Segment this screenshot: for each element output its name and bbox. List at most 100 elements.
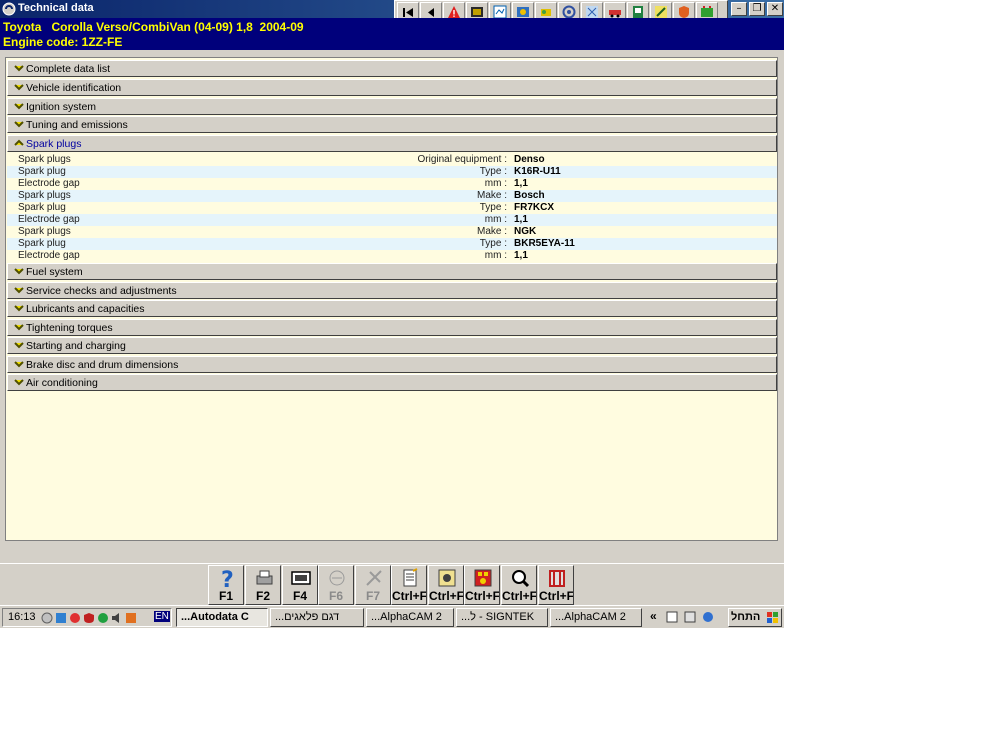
section-starting-and-charging[interactable]: Starting and charging bbox=[7, 337, 777, 354]
antivirus-icon[interactable] bbox=[83, 612, 95, 624]
search-icon bbox=[512, 570, 530, 588]
section-vehicle-identification[interactable]: Vehicle identification bbox=[7, 79, 777, 96]
start-button[interactable]: התחל bbox=[728, 608, 782, 627]
section-label: Air conditioning bbox=[26, 377, 98, 389]
taskbar-overflow-chevron[interactable]: « bbox=[650, 609, 657, 623]
f2-print-button[interactable]: F2 bbox=[245, 565, 281, 605]
f6-brief-button[interactable]: F6 bbox=[318, 565, 354, 605]
screen-icon bbox=[291, 571, 311, 585]
settings-icon bbox=[438, 569, 456, 587]
security-icon[interactable] bbox=[125, 612, 137, 624]
shield-icon bbox=[679, 6, 689, 18]
section-tightening-torques[interactable]: Tightening torques bbox=[7, 319, 777, 336]
update-icon[interactable] bbox=[97, 612, 109, 624]
exit-icon bbox=[549, 570, 565, 587]
speaker-icon[interactable] bbox=[111, 612, 123, 624]
close-button[interactable]: ✕ bbox=[767, 2, 783, 16]
section-ignition-system[interactable]: Ignition system bbox=[7, 98, 777, 115]
quick-launch-explorer-icon[interactable] bbox=[666, 611, 678, 623]
section-tuning-and-emissions[interactable]: Tuning and emissions bbox=[7, 116, 777, 133]
tools-icon bbox=[655, 6, 667, 18]
taskbar-button-alphacam-2[interactable]: ...AlphaCAM 2 bbox=[550, 608, 642, 627]
electrical-icon bbox=[586, 6, 598, 18]
section-label: Vehicle identification bbox=[26, 82, 122, 94]
taskbar-button-autodata[interactable]: ...Autodata C bbox=[176, 608, 268, 627]
expand-chevron-icon bbox=[14, 268, 24, 275]
expand-chevron-icon bbox=[14, 103, 24, 110]
table-row: Electrode gap mm : 1,1 bbox=[7, 178, 777, 190]
section-air-conditioning[interactable]: Air conditioning bbox=[7, 374, 777, 391]
diagram-icon bbox=[493, 5, 507, 19]
section-spark-plugs[interactable]: Spark plugs bbox=[7, 135, 777, 152]
car-icon bbox=[609, 10, 621, 18]
engine-icon bbox=[541, 9, 551, 16]
window-title: Technical data bbox=[18, 2, 94, 14]
expand-chevron-icon bbox=[14, 65, 24, 72]
engine-code: Engine code: 1ZZ-FE bbox=[3, 35, 123, 49]
collapse-chevron-icon bbox=[14, 139, 24, 146]
quick-launch-desktop-icon[interactable] bbox=[684, 611, 696, 623]
taskbar-button-alphacam-1[interactable]: ...AlphaCAM 2 bbox=[366, 608, 454, 627]
language-indicator[interactable]: EN bbox=[154, 611, 170, 622]
table-row: Electrode gap mm : 1,1 bbox=[7, 214, 777, 226]
expand-chevron-icon bbox=[14, 84, 24, 91]
table-row: Spark plug Type : K16R-U11 bbox=[7, 166, 777, 178]
section-lubricants[interactable]: Lubricants and capacities bbox=[7, 300, 777, 317]
taskbar-button-signtek[interactable]: ...ל - SIGNTEK bbox=[456, 608, 548, 627]
section-label: Complete data list bbox=[26, 63, 111, 75]
section-complete-data-list[interactable]: Complete data list bbox=[7, 60, 777, 77]
taskbar-button-plugs[interactable]: ...דגם פלאגים bbox=[270, 608, 364, 627]
section-label: Spark plugs bbox=[26, 138, 82, 150]
table-row: Spark plug Type : FR7KCX bbox=[7, 202, 777, 214]
notes-icon bbox=[403, 568, 418, 587]
restore-button[interactable]: ❐ bbox=[749, 2, 765, 16]
volume-icon[interactable] bbox=[41, 612, 53, 624]
ctrl-alert-button[interactable]: Ctrl+F.. bbox=[464, 565, 500, 605]
clock: 16:13 bbox=[8, 611, 36, 623]
section-label: Starting and charging bbox=[26, 340, 126, 352]
expand-chevron-icon bbox=[14, 361, 24, 368]
windows-taskbar: 16:13 EN ...Autodata C ...דגם פלאגים ...… bbox=[0, 605, 784, 628]
battery-icon bbox=[701, 6, 713, 17]
ctrl-settings-button[interactable]: Ctrl+F.. bbox=[428, 565, 464, 605]
minimize-button[interactable]: – bbox=[731, 2, 747, 16]
network-icon[interactable] bbox=[55, 612, 67, 624]
section-label: Ignition system bbox=[26, 101, 97, 113]
vehicle-title: Toyota Corolla Verso/CombiVan (04-09) 1,… bbox=[3, 20, 304, 34]
windows-logo-icon bbox=[767, 612, 778, 623]
section-label: Fuel system bbox=[26, 266, 83, 278]
section-label: Brake disc and drum dimensions bbox=[26, 359, 179, 371]
section-label: Lubricants and capacities bbox=[26, 303, 145, 315]
table-row: Spark plugs Original equipment : Denso bbox=[7, 154, 777, 166]
printer-icon bbox=[256, 570, 273, 585]
expand-chevron-icon bbox=[14, 379, 24, 386]
f4-screen-button[interactable]: F4 bbox=[282, 565, 318, 605]
svg-text:?: ? bbox=[221, 568, 234, 590]
ctrl-notes-button[interactable]: Ctrl+F.. bbox=[391, 565, 427, 605]
section-label: Tightening torques bbox=[26, 322, 113, 334]
app-icon bbox=[2, 2, 16, 16]
technical-data-panel: Complete data list Vehicle identificatio… bbox=[5, 57, 778, 541]
service-icon bbox=[633, 6, 643, 18]
table-row: Spark plug Type : BKR5EYA-11 bbox=[7, 238, 777, 250]
opera-icon[interactable] bbox=[69, 612, 81, 624]
back-arrow-icon bbox=[428, 8, 434, 17]
section-service-checks[interactable]: Service checks and adjustments bbox=[7, 282, 777, 299]
f1-help-button[interactable]: ? F1 bbox=[208, 565, 244, 605]
section-brake-dimensions[interactable]: Brake disc and drum dimensions bbox=[7, 356, 777, 373]
expand-chevron-icon bbox=[14, 324, 24, 331]
ctrl-f8-exit-button[interactable]: Ctrl+F8 bbox=[538, 565, 574, 605]
components-icon bbox=[517, 7, 529, 17]
f7-tool-button[interactable]: F7 bbox=[355, 565, 391, 605]
system-tray: 16:13 EN bbox=[2, 608, 172, 627]
section-fuel-system[interactable]: Fuel system bbox=[7, 263, 777, 280]
quick-launch-ie-icon[interactable] bbox=[702, 611, 714, 623]
vehicle-header: Toyota Corolla Verso/CombiVan (04-09) 1,… bbox=[0, 18, 784, 50]
expand-chevron-icon bbox=[14, 305, 24, 312]
ctrl-search-button[interactable]: Ctrl+F.. bbox=[501, 565, 537, 605]
table-row: Spark plugs Make : Bosch bbox=[7, 190, 777, 202]
expand-chevron-icon bbox=[14, 121, 24, 128]
table-row: Electrode gap mm : 1,1 bbox=[7, 250, 777, 262]
skip-back-icon bbox=[403, 8, 413, 17]
autodata-window: Technical data – ❐ ✕ Toyota Corolla Vers… bbox=[0, 0, 784, 628]
